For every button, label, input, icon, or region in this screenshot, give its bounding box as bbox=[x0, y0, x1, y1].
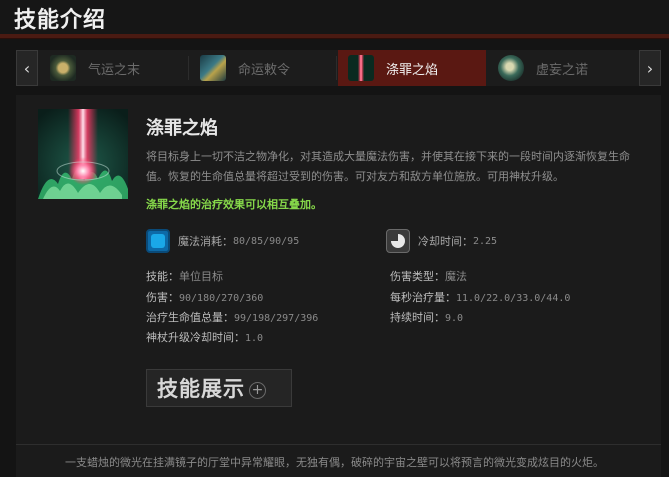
skill-note: 涤罪之焰的治疗效果可以相互叠加。 bbox=[146, 198, 322, 211]
skill-lore: 一支蜡烛的微光在挂满镜子的厅堂中异常耀眼，无独有偶，破碎的宇宙之壁可以将预言的微… bbox=[65, 456, 604, 469]
attr-damage: 伤害：90/180/270/360 bbox=[146, 289, 263, 305]
attr-label: 每秒治疗量： bbox=[390, 291, 456, 304]
cooldown-label: 冷却时间： bbox=[418, 235, 473, 248]
tab-purifying-flames[interactable]: 涤罪之焰 bbox=[338, 50, 486, 86]
cooldown-icon bbox=[386, 229, 410, 253]
tab-fate-end[interactable]: 气运之末 bbox=[40, 50, 188, 86]
tab-false-promise[interactable]: 虚妄之诺 bbox=[488, 50, 636, 86]
mana-icon bbox=[146, 229, 170, 253]
attr-total-heal: 治疗生命值总量：99/198/297/396 bbox=[146, 309, 318, 325]
attr-value: 11.0/22.0/33.0/44.0 bbox=[456, 293, 571, 304]
tab-divider bbox=[336, 56, 337, 80]
mana-cost: 魔法消耗： 80/85/90/95 bbox=[146, 229, 299, 253]
tab-label: 气运之末 bbox=[88, 62, 141, 78]
attr-label: 持续时间： bbox=[390, 311, 445, 324]
skill-demo-button[interactable]: 技能展示 + bbox=[146, 369, 292, 407]
cooldown: 冷却时间： 2.25 bbox=[386, 229, 497, 253]
false-promise-icon bbox=[498, 55, 524, 81]
chevron-right-icon: › bbox=[646, 58, 654, 78]
attr-label: 神杖升级冷却时间： bbox=[146, 331, 245, 344]
page-header: 技能介绍 bbox=[0, 0, 669, 36]
cooldown-value: 2.25 bbox=[473, 235, 498, 247]
purifying-flames-icon bbox=[348, 55, 374, 81]
mana-cost-label: 魔法消耗： bbox=[178, 235, 233, 248]
attr-heal-per-sec: 每秒治疗量：11.0/22.0/33.0/44.0 bbox=[390, 289, 570, 305]
page-title: 技能介绍 bbox=[14, 8, 107, 33]
tab-divider bbox=[188, 56, 189, 80]
next-arrow-button[interactable]: › bbox=[639, 50, 661, 86]
lore-divider bbox=[16, 444, 661, 445]
attr-value: 1.0 bbox=[245, 333, 264, 344]
tab-label: 涤罪之焰 bbox=[386, 62, 439, 78]
purifying-flames-icon bbox=[38, 109, 128, 199]
skill-name: 涤罪之焰 bbox=[146, 118, 218, 139]
attr-value: 90/180/270/360 bbox=[179, 293, 264, 304]
skill-description: 将目标身上一切不洁之物净化，对其造成大量魔法伤害，并使其在接下来的一段时间内逐渐… bbox=[146, 150, 630, 183]
attr-value: 魔法 bbox=[445, 270, 467, 283]
skill-detail-panel: 涤罪之焰 将目标身上一切不洁之物净化，对其造成大量魔法伤害，并使其在接下来的一段… bbox=[16, 95, 661, 477]
prev-arrow-button[interactable]: ‹ bbox=[16, 50, 38, 86]
fate-edict-icon bbox=[200, 55, 226, 81]
tab-label: 命运敕令 bbox=[238, 62, 291, 78]
attr-scepter-cd: 神杖升级冷却时间：1.0 bbox=[146, 329, 263, 345]
tab-fate-edict[interactable]: 命运敕令 bbox=[190, 50, 336, 86]
attr-label: 伤害： bbox=[146, 291, 179, 304]
mana-cost-value: 80/85/90/95 bbox=[233, 235, 300, 247]
fate-end-icon bbox=[50, 55, 76, 81]
attr-damage-type: 伤害类型：魔法 bbox=[390, 268, 467, 284]
tab-label: 虚妄之诺 bbox=[536, 62, 589, 78]
chevron-left-icon: ‹ bbox=[23, 58, 31, 78]
attr-label: 伤害类型： bbox=[390, 270, 445, 283]
skill-demo-label: 技能展示 bbox=[157, 377, 245, 401]
attr-value: 9.0 bbox=[445, 313, 464, 324]
attr-value: 单位目标 bbox=[179, 270, 223, 283]
attr-value: 99/198/297/396 bbox=[234, 313, 319, 324]
attr-duration: 持续时间：9.0 bbox=[390, 309, 463, 325]
header-divider bbox=[0, 34, 669, 39]
attr-label: 治疗生命值总量： bbox=[146, 311, 234, 324]
skill-tab-bar: ‹ 气运之末 命运敕令 涤罪之焰 虚妄之诺 › bbox=[16, 50, 661, 86]
plus-circle-icon: + bbox=[249, 381, 266, 399]
attr-label: 技能： bbox=[146, 270, 179, 283]
attr-ability: 技能：单位目标 bbox=[146, 268, 223, 284]
